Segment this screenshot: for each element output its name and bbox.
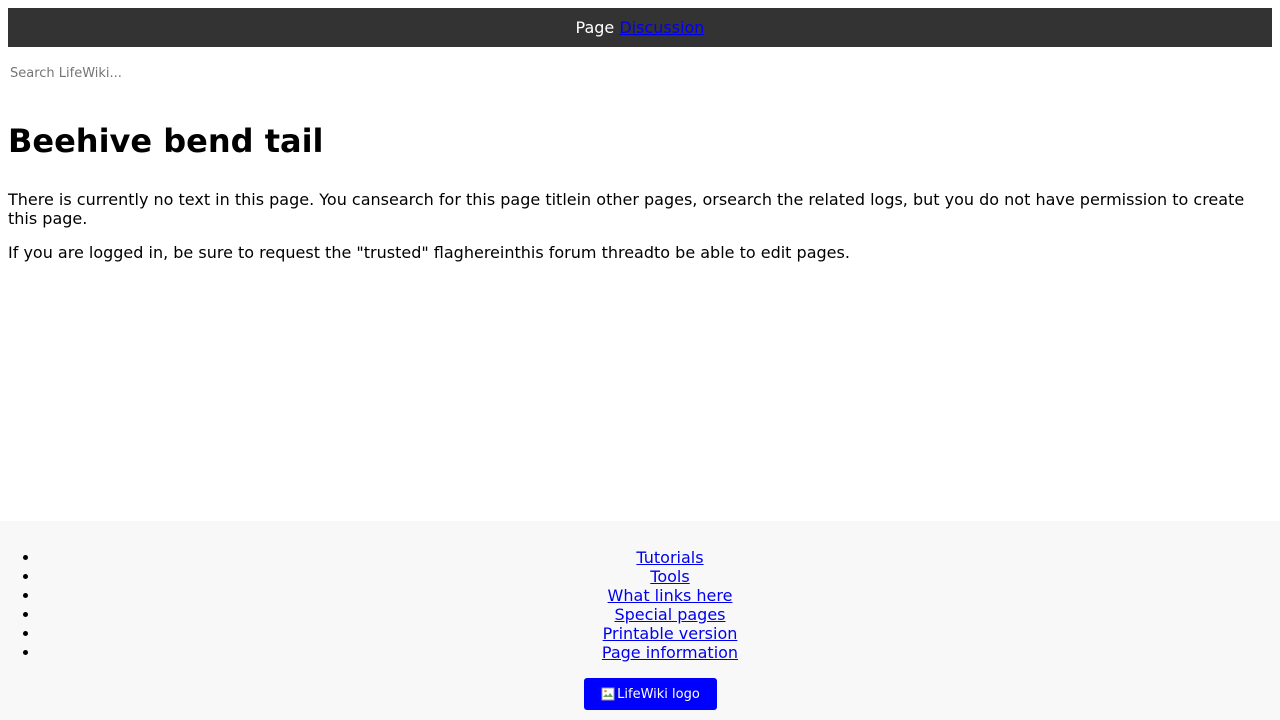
- broken-image-icon: [601, 687, 615, 701]
- footer-links-list: Tutorials Tools What links here Special …: [0, 548, 1280, 662]
- page: Page Discussion Beehive bend tail There …: [0, 0, 1280, 720]
- list-item: What links here: [40, 586, 1280, 605]
- lifewiki-logo-button[interactable]: LifeWiki logo: [584, 678, 717, 710]
- tab-discussion[interactable]: Discussion: [619, 18, 704, 37]
- logo-alt-text: LifeWiki logo: [617, 686, 700, 702]
- list-item: Tools: [40, 567, 1280, 586]
- footer-link-page-information[interactable]: Page information: [602, 643, 738, 662]
- top-navigation-bar: Page Discussion: [8, 8, 1272, 47]
- footer-link-tutorials[interactable]: Tutorials: [636, 548, 703, 567]
- footer-link-printable-version[interactable]: Printable version: [603, 624, 738, 643]
- footer-link-special-pages[interactable]: Special pages: [614, 605, 725, 624]
- page-title: Beehive bend tail: [8, 122, 324, 160]
- trusted-flag-paragraph: If you are logged in, be sure to request…: [8, 243, 850, 262]
- search-input[interactable]: [8, 63, 412, 83]
- footer: Tutorials Tools What links here Special …: [0, 521, 1280, 720]
- list-item: Tutorials: [40, 548, 1280, 567]
- footer-link-what-links-here[interactable]: What links here: [608, 586, 733, 605]
- list-item: Page information: [40, 643, 1280, 662]
- tab-page[interactable]: Page: [576, 18, 615, 37]
- list-item: Printable version: [40, 624, 1280, 643]
- no-text-paragraph: There is currently no text in this page.…: [8, 190, 1245, 228]
- footer-link-tools[interactable]: Tools: [650, 567, 689, 586]
- list-item: Special pages: [40, 605, 1280, 624]
- main-content: Beehive bend tail There is currently no …: [8, 118, 1272, 277]
